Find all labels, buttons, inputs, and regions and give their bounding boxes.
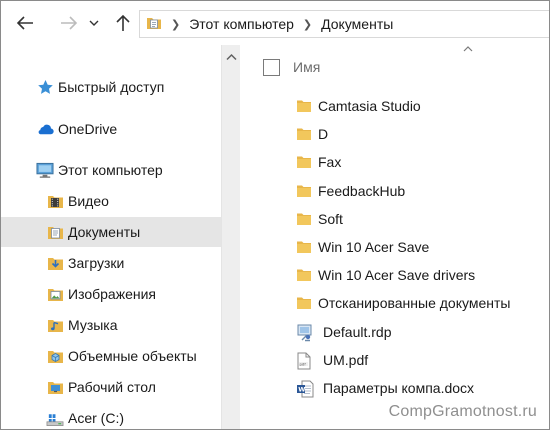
video-folder-icon: [46, 192, 64, 210]
nav-item-drive-c[interactable]: Acer (C:): [1, 403, 221, 429]
folder-item[interactable]: FeedbackHub: [241, 178, 549, 206]
file-list-pane: Имя Camtasia Studio D Fax FeedbackHub Soft Wi…: [241, 45, 549, 429]
file-item[interactable]: W Параметры компа.docx: [241, 375, 549, 403]
breadcrumb-this-pc[interactable]: Этот компьютер: [189, 16, 294, 32]
select-all-checkbox[interactable]: [263, 59, 280, 76]
file-name: Fax: [318, 154, 342, 171]
folder-item[interactable]: D: [241, 121, 549, 149]
nav-item-music[interactable]: Музыка: [1, 310, 221, 340]
nav-item-label: Acer (C:): [68, 410, 124, 426]
file-name: UM.pdf: [323, 351, 369, 368]
file-name: Camtasia Studio: [318, 98, 421, 114]
chevron-right-icon: ❯: [171, 18, 181, 31]
folder-icon: [296, 267, 314, 285]
nav-item-label: OneDrive: [58, 121, 118, 137]
nav-item-3d-objects[interactable]: Объемные объекты: [1, 341, 221, 371]
star-icon: [36, 78, 54, 96]
3d-objects-folder-icon: [46, 347, 64, 365]
cloud-icon: [36, 120, 54, 138]
nav-item-label: Объемные объекты: [68, 348, 197, 364]
file-item[interactable]: pdf UM.pdf: [241, 347, 549, 375]
arrow-up-icon: [116, 14, 130, 31]
folder-item[interactable]: Camtasia Studio: [241, 93, 549, 121]
nav-item-documents[interactable]: Документы: [1, 217, 221, 247]
chevron-right-icon: ❯: [302, 18, 313, 31]
folder-item[interactable]: Win 10 Acer Save drivers: [241, 262, 549, 290]
remote-desktop-file-icon: [296, 324, 314, 342]
nav-item-desktop[interactable]: Рабочий стол: [1, 372, 221, 402]
folder-icon: [296, 98, 314, 116]
folder-item[interactable]: Отсканированные документы: [241, 290, 549, 318]
navigation-toolbar: ❯ Этот компьютер ❯ Документы: [1, 1, 549, 45]
column-header-row: Имя: [241, 55, 549, 81]
documents-folder-icon: [46, 223, 64, 241]
explorer-window: ❯ Этот компьютер ❯ Документы Быстрый дос…: [0, 0, 550, 430]
folder-item[interactable]: Soft: [241, 206, 549, 234]
nav-item-label: Документы: [68, 224, 141, 240]
chevron-down-icon: [89, 20, 99, 26]
file-name: Default.rdp: [323, 323, 392, 340]
watermark: CompGramotnost.ru: [388, 403, 537, 420]
nav-item-video[interactable]: Видео: [1, 186, 221, 216]
folder-item[interactable]: Fax: [241, 149, 549, 177]
forward-button[interactable]: [57, 11, 81, 35]
music-folder-icon: [46, 316, 64, 334]
address-bar[interactable]: ❯ Этот компьютер ❯ Документы: [139, 10, 549, 38]
drive-icon: [46, 409, 64, 427]
nav-item-onedrive[interactable]: OneDrive: [1, 114, 221, 144]
nav-item-downloads[interactable]: Загрузки: [1, 248, 221, 278]
nav-item-quick-access[interactable]: Быстрый доступ: [1, 72, 221, 102]
nav-item-label: Рабочий стол: [68, 379, 156, 395]
arrow-right-icon: [61, 16, 78, 30]
file-item[interactable]: Default.rdp: [241, 319, 549, 347]
recent-locations-button[interactable]: [85, 11, 103, 35]
back-button[interactable]: [13, 11, 37, 35]
sort-ascending-icon: [463, 46, 473, 52]
file-name: Win 10 Acer Save: [318, 239, 430, 255]
documents-folder-icon: [146, 15, 162, 34]
nav-item-label: Видео: [68, 193, 109, 209]
file-name: Win 10 Acer Save drivers: [318, 267, 476, 284]
nav-item-label: Музыка: [68, 317, 118, 333]
navigation-pane: Быстрый доступ OneDrive Этот компьютер В…: [1, 45, 221, 429]
computer-icon: [36, 161, 54, 179]
desktop-folder-icon: [46, 378, 64, 396]
pdf-file-icon: pdf: [296, 352, 314, 370]
file-name: Отсканированные документы: [318, 295, 511, 312]
folder-icon: [296, 211, 314, 229]
folder-item[interactable]: Win 10 Acer Save: [241, 234, 549, 262]
folder-icon: [296, 154, 314, 172]
file-name: Параметры компа.docx: [323, 380, 475, 396]
up-button[interactable]: [111, 11, 135, 35]
navigation-scrollbar[interactable]: [221, 45, 240, 429]
nav-item-pictures[interactable]: Изображения: [1, 279, 221, 309]
nav-item-label: Этот компьютер: [58, 162, 163, 178]
nav-item-label: Изображения: [68, 286, 156, 302]
column-header-name[interactable]: Имя: [293, 59, 320, 75]
nav-item-label: Быстрый доступ: [58, 79, 165, 95]
file-name: D: [318, 126, 329, 143]
svg-text:pdf: pdf: [300, 361, 307, 366]
arrow-left-icon: [16, 16, 33, 30]
folder-icon: [296, 126, 314, 144]
file-name: Soft: [318, 210, 343, 227]
nav-item-this-pc[interactable]: Этот компьютер: [1, 155, 221, 185]
svg-text:W: W: [298, 386, 305, 394]
folder-icon: [296, 239, 314, 257]
folder-icon: [296, 183, 314, 201]
word-document-icon: W: [296, 380, 314, 398]
folder-icon: [296, 295, 314, 313]
breadcrumb-documents[interactable]: Документы: [321, 16, 393, 32]
downloads-folder-icon: [46, 254, 64, 272]
file-name: FeedbackHub: [318, 182, 406, 199]
scroll-up-arrow-icon: [226, 53, 237, 61]
nav-item-label: Загрузки: [68, 255, 125, 271]
pictures-folder-icon: [46, 285, 64, 303]
